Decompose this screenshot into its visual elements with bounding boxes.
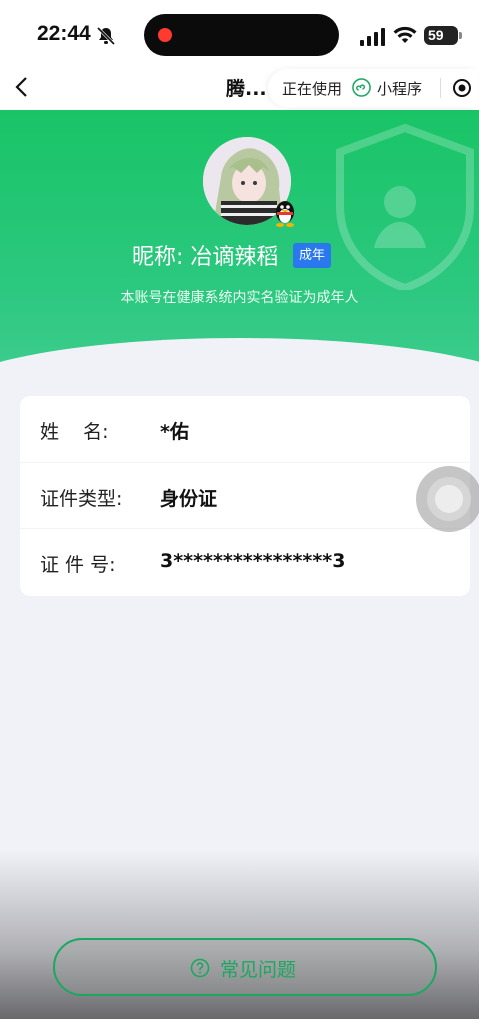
battery-icon: 59 [424, 26, 458, 45]
bell-off-icon [96, 26, 116, 46]
capsule-miniprogram-label: 小程序 [377, 80, 423, 98]
page-title: 腾... [226, 78, 267, 100]
miniprogram-icon [352, 78, 371, 97]
assistive-touch-button[interactable] [416, 466, 479, 532]
nav-bar: 腾... 正在使用 小程序 [0, 66, 479, 110]
dynamic-island [144, 14, 339, 56]
info-row-name: 姓 名: *佑 [20, 396, 470, 462]
identity-info-card: 姓 名: *佑 证件类型: 身份证 证 件 号: 3**************… [20, 396, 470, 596]
capsule-using-label: 正在使用 [282, 80, 343, 98]
nickname: 昵称: 冶谪辣稻 [132, 245, 279, 270]
verification-note: 本账号在健康系统内实名验证为成年人 [120, 290, 359, 306]
info-row-id-type: 证件类型: 身份证 [20, 462, 470, 528]
status-time: 22:44 [37, 22, 91, 45]
battery-level: 59 [428, 27, 444, 43]
info-value: 身份证 [160, 488, 218, 510]
info-value: *佑 [160, 421, 189, 443]
shield-decoration-icon [336, 123, 474, 290]
question-circle-icon [190, 958, 210, 978]
wifi-icon [393, 26, 417, 43]
info-label: 姓 名: [40, 421, 109, 443]
header-curve [0, 338, 479, 368]
adult-badge: 成年 [293, 243, 332, 268]
capsule-divider [440, 78, 441, 98]
back-arrow-icon[interactable] [14, 76, 30, 98]
close-record-icon[interactable] [452, 78, 472, 98]
signal-icon [360, 28, 385, 46]
info-label: 证 件 号: [40, 554, 116, 576]
info-row-id-number: 证 件 号: 3****************3 [20, 528, 470, 594]
info-label: 证件类型: [40, 488, 123, 510]
faq-label: 常见问题 [220, 959, 297, 981]
miniprogram-capsule[interactable]: 正在使用 小程序 [268, 69, 478, 107]
profile-header: 昵称: 冶谪辣稻 成年 本账号在健康系统内实名验证为成年人 [0, 110, 479, 368]
battery-cap [459, 32, 462, 39]
qq-penguin-icon [276, 201, 294, 227]
info-value: 3****************3 [160, 550, 346, 572]
status-bar: 22:44 59 [0, 0, 479, 66]
recording-dot-icon [158, 28, 172, 42]
faq-button[interactable]: 常见问题 [53, 938, 437, 996]
